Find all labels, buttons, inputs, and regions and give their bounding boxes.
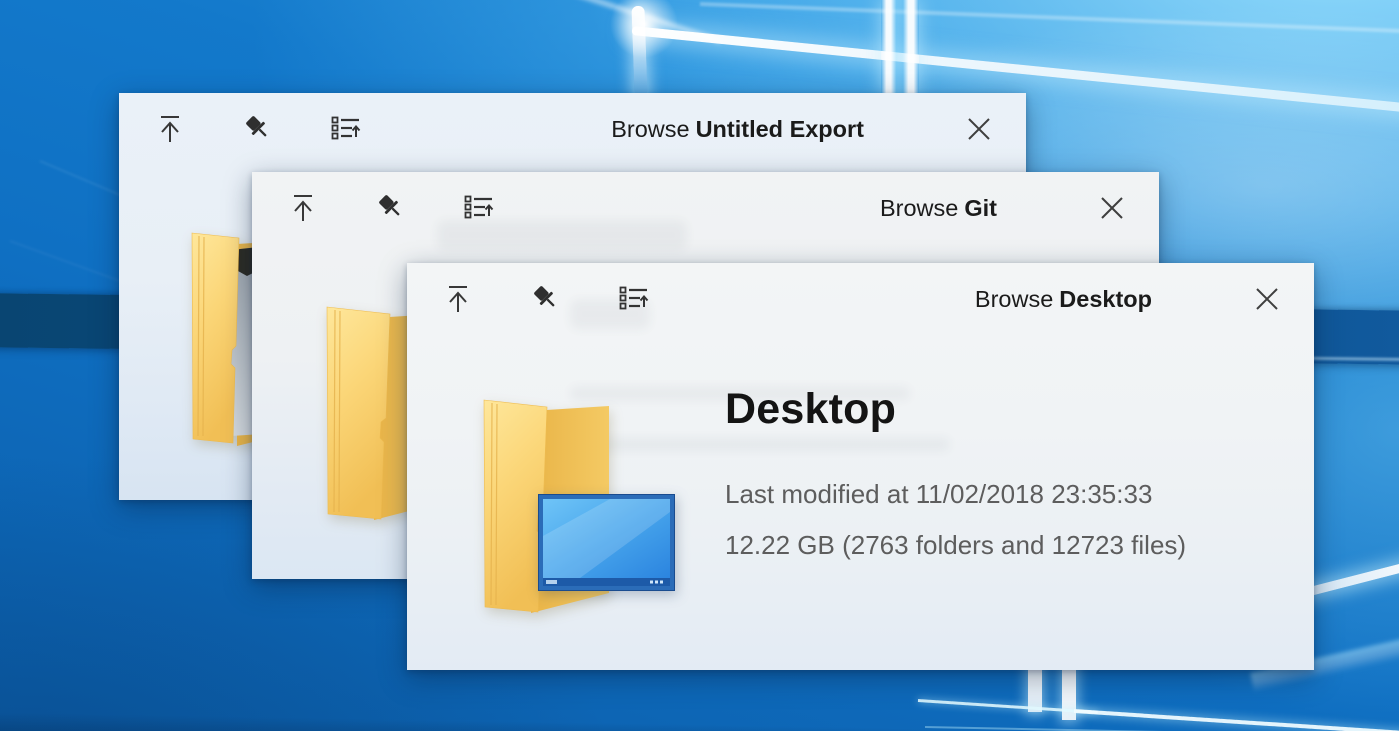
pin-icon xyxy=(243,114,273,144)
close-icon xyxy=(1253,285,1281,313)
window-title: Browse Desktop xyxy=(975,286,1152,313)
list-reorder-icon xyxy=(464,194,494,222)
light-glow-flare xyxy=(568,0,722,44)
navigate-up-button[interactable] xyxy=(286,191,320,225)
window-content: Desktop Last modified at 11/02/2018 23:3… xyxy=(407,263,1314,670)
pin-button[interactable] xyxy=(529,282,563,316)
light-line-bottom-faint xyxy=(925,726,1399,731)
light-beam-diagonal-faint xyxy=(700,2,1399,33)
window-title-prefix: Browse xyxy=(880,195,958,222)
light-line-bottom xyxy=(918,699,1098,714)
last-modified-text: Last modified at 11/02/2018 23:35:33 xyxy=(725,479,1152,510)
light-beam-vertical-bottom xyxy=(1062,662,1076,720)
window-title: Browse Git xyxy=(880,195,997,222)
list-button[interactable] xyxy=(617,282,651,316)
pin-icon xyxy=(376,193,406,223)
light-line-bottom xyxy=(1074,709,1399,731)
window-title-name: Desktop xyxy=(1059,286,1152,313)
pin-button[interactable] xyxy=(374,191,408,225)
window-title: Browse Untitled Export xyxy=(611,116,864,143)
folder-heading: Desktop xyxy=(725,385,896,434)
close-button[interactable] xyxy=(1250,282,1284,316)
pin-button[interactable] xyxy=(241,112,275,146)
window-title-prefix: Browse xyxy=(611,116,689,143)
light-glow-core xyxy=(610,0,678,58)
close-icon xyxy=(965,115,993,143)
window-title-name: Git xyxy=(964,195,997,222)
desktop-wallpaper: Browse Untitled Export xyxy=(0,0,1399,731)
window-title-name: Untitled Export xyxy=(696,116,864,143)
up-arrow-icon xyxy=(289,193,317,223)
close-button[interactable] xyxy=(962,112,996,146)
list-button[interactable] xyxy=(329,112,363,146)
wallpaper-bottom-shadow xyxy=(0,712,1399,731)
navigate-up-button[interactable] xyxy=(153,112,187,146)
window-title-prefix: Browse xyxy=(975,286,1053,313)
up-arrow-icon xyxy=(444,284,472,314)
toolbar: Browse Git xyxy=(252,184,1159,232)
list-reorder-icon xyxy=(331,115,361,143)
list-button[interactable] xyxy=(462,191,496,225)
toolbar: Browse Untitled Export xyxy=(119,105,1026,153)
navigate-up-button[interactable] xyxy=(441,282,475,316)
acrylic-ghost xyxy=(570,438,950,451)
up-arrow-icon xyxy=(156,114,184,144)
toolbar: Browse Desktop xyxy=(407,275,1314,323)
close-button[interactable] xyxy=(1095,191,1129,225)
light-beam-vertical-top xyxy=(881,0,919,95)
pin-icon xyxy=(531,284,561,314)
light-beam-falling xyxy=(631,6,647,96)
desktop-monitor-icon xyxy=(538,494,675,591)
size-info-text: 12.22 GB (2763 folders and 12723 files) xyxy=(725,530,1186,561)
close-icon xyxy=(1098,194,1126,222)
window-browse-desktop: Desktop Last modified at 11/02/2018 23:3… xyxy=(407,263,1314,670)
list-reorder-icon xyxy=(619,285,649,313)
